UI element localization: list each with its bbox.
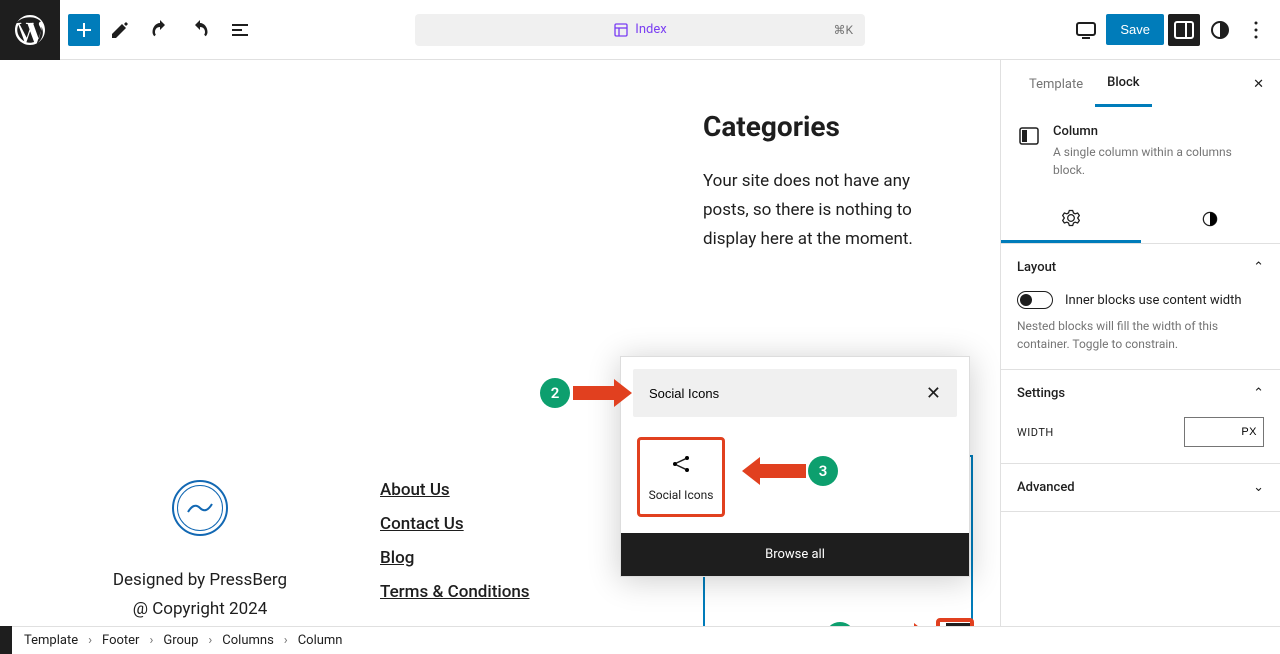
subtab-settings[interactable] (1001, 195, 1141, 243)
panel-layout-header[interactable]: Layout ⌃ (1001, 244, 1280, 291)
annotation-badge-3: 3 (808, 456, 838, 486)
template-icon (613, 22, 629, 38)
column-icon (1017, 124, 1041, 148)
copyright-text: @ Copyright 2024 (60, 595, 340, 624)
tools-edit-icon[interactable] (100, 10, 140, 50)
tab-block[interactable]: Block (1095, 61, 1151, 107)
subtab-styles[interactable] (1141, 195, 1280, 243)
annotation-arrow-3 (756, 464, 806, 478)
footer-col-links: About Us Contact Us Blog Terms & Conditi… (380, 480, 660, 624)
content-width-toggle[interactable] (1017, 291, 1053, 309)
browse-all-button[interactable]: Browse all (621, 533, 969, 576)
footer-link[interactable]: About Us (380, 480, 660, 500)
chevron-up-icon: ⌃ (1253, 386, 1264, 401)
tab-template[interactable]: Template (1017, 63, 1095, 106)
categories-empty-text: Your site does not have any posts, so th… (703, 167, 933, 254)
block-name: Column (1053, 124, 1264, 139)
document-label: Index (635, 22, 666, 37)
block-breadcrumb: Template› Footer› Group› Columns› Column (0, 626, 1280, 654)
redo-button[interactable] (180, 10, 220, 50)
top-toolbar: Index ⌘K Save (0, 0, 1280, 60)
block-result-social-icons[interactable]: Social Icons (637, 437, 725, 517)
block-inserter-toggle[interactable] (68, 14, 100, 46)
panel-settings-header[interactable]: Settings ⌃ (1001, 370, 1280, 417)
footer-link[interactable]: Terms & Conditions (380, 582, 660, 602)
crumb[interactable]: Template (24, 633, 78, 648)
width-label: WIDTH (1017, 426, 1054, 439)
designed-by-text: Designed by PressBerg (60, 566, 340, 595)
annotation-arrow-2 (573, 386, 618, 400)
chevron-down-icon: ⌄ (1253, 480, 1264, 495)
sidebar-tabs: Template Block ✕ (1001, 60, 1280, 108)
save-button[interactable]: Save (1106, 14, 1164, 45)
bottom-left-corner (0, 626, 12, 654)
annotation-box-1 (936, 618, 974, 626)
settings-sidebar: Template Block ✕ Column A single column … (1000, 60, 1280, 626)
inserter-search-row: ✕ (633, 369, 957, 417)
sidebar-close-icon[interactable]: ✕ (1253, 77, 1264, 92)
footer-link[interactable]: Contact Us (380, 514, 660, 534)
block-description: A single column within a columns block. (1053, 143, 1264, 179)
panel-advanced: Advanced ⌄ (1001, 464, 1280, 512)
inserter-clear-icon[interactable]: ✕ (926, 383, 941, 404)
chevron-up-icon: ⌃ (1253, 260, 1264, 275)
view-desktop-button[interactable] (1070, 14, 1102, 46)
inserter-results: Social Icons (621, 429, 969, 533)
block-result-label: Social Icons (644, 488, 718, 502)
settings-sidebar-toggle[interactable] (1168, 14, 1200, 46)
site-logo (172, 480, 228, 536)
crumb-current: Column (298, 633, 343, 648)
annotation-badge-2: 2 (540, 378, 570, 408)
block-card: Column A single column within a columns … (1001, 108, 1280, 195)
inspector-subtabs (1001, 195, 1280, 244)
categories-block: Categories Your site does not have any p… (703, 110, 933, 254)
editor-canvas[interactable]: Categories Your site does not have any p… (0, 60, 1000, 626)
crumb[interactable]: Footer (102, 633, 139, 648)
panel-settings: Settings ⌃ WIDTH (1001, 370, 1280, 464)
footer-link[interactable]: Blog (380, 548, 660, 568)
undo-button[interactable] (140, 10, 180, 50)
panel-layout: Layout ⌃ Inner blocks use content width … (1001, 244, 1280, 370)
share-icon (669, 452, 693, 476)
toggle-label: Inner blocks use content width (1065, 293, 1242, 308)
crumb[interactable]: Group (163, 633, 198, 648)
categories-heading: Categories (703, 110, 933, 143)
styles-icon (1200, 209, 1220, 229)
options-menu[interactable] (1240, 14, 1272, 46)
footer-col-brand: Designed by PressBerg @ Copyright 2024 (60, 480, 340, 624)
wordpress-logo[interactable] (0, 0, 60, 60)
width-input[interactable] (1184, 417, 1264, 447)
command-shortcut: ⌘K (833, 23, 853, 37)
document-bar[interactable]: Index ⌘K (415, 14, 865, 46)
gear-icon (1061, 208, 1081, 228)
toggle-hint: Nested blocks will fill the width of thi… (1017, 317, 1264, 353)
crumb[interactable]: Columns (222, 633, 274, 648)
styles-button[interactable] (1204, 14, 1236, 46)
panel-advanced-header[interactable]: Advanced ⌄ (1001, 464, 1280, 511)
inserter-search-input[interactable] (649, 386, 926, 401)
document-overview-button[interactable] (220, 10, 260, 50)
